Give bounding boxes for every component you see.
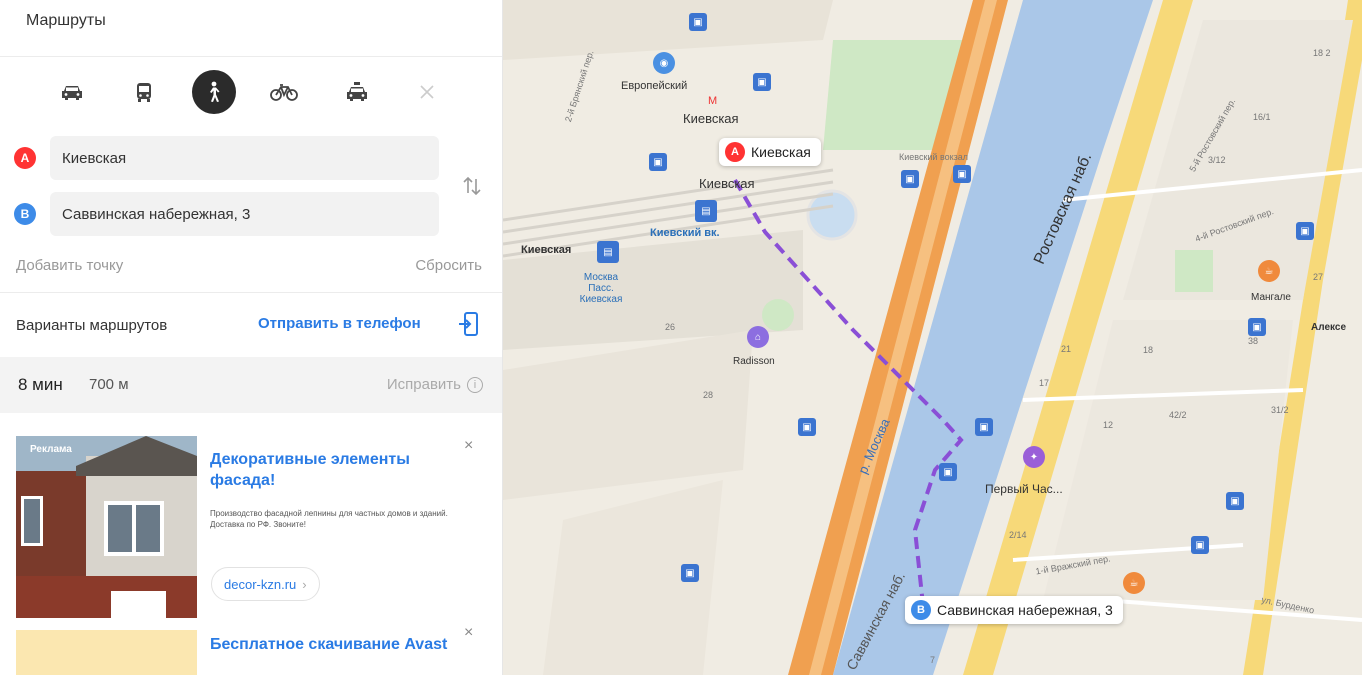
pedestrian-icon [210, 81, 220, 102]
pedestrian-mode-button[interactable] [192, 70, 236, 114]
ad-link-text: decor-kzn.ru [224, 576, 297, 592]
chevron-right-icon: › [302, 576, 307, 592]
point-a-callout[interactable]: A Киевская [719, 138, 821, 166]
ad-description: Производство фасадной лепнины для частны… [210, 509, 448, 529]
map-label: Киевский вк. [650, 227, 720, 239]
house-number: 18 [1143, 345, 1154, 355]
route-distance: 700 м [89, 376, 129, 393]
bus-stop-icon[interactable]: ▣ [689, 13, 707, 31]
bus-stop-icon[interactable]: ▣ [798, 418, 816, 436]
train-station-icon[interactable]: ▤ [695, 200, 717, 222]
shopping-center-icon[interactable]: ◉ [653, 52, 675, 74]
bus-stop-icon[interactable]: ▣ [953, 165, 971, 183]
map-label: Radisson [733, 356, 775, 367]
point-a-callout-text: Киевская [751, 144, 811, 160]
add-point-link[interactable]: Добавить точку [16, 257, 123, 274]
bus-icon [137, 83, 151, 102]
map-label: Киевский вокзал [899, 152, 969, 162]
map[interactable]: ▣ ▣ ▣ ▣ ▣ ▤ ▤ ▣ ▣ ▣ ▣ ▣ ▣ ▣ ▣ ◉ ⌂ ✦ ☕ ☕ … [503, 0, 1362, 675]
bus-stop-icon[interactable]: ▣ [681, 564, 699, 582]
map-label: Киевская [699, 176, 755, 191]
map-label: Киевская [683, 111, 739, 126]
fix-route-link[interactable]: Исправить [387, 376, 461, 393]
divider [0, 292, 502, 293]
house-number: 18 2 [1313, 48, 1331, 58]
house-number: 28 [703, 390, 714, 400]
bus-stop-icon[interactable]: ▣ [1248, 318, 1266, 336]
house-number: 12 [1103, 420, 1114, 430]
map-label: Киевская [521, 244, 572, 256]
bus-stop-icon[interactable]: ▣ [901, 170, 919, 188]
house-number: 42/2 [1169, 410, 1187, 420]
bus-mode-button[interactable] [122, 70, 166, 114]
restaurant-icon[interactable]: ☕ [1258, 260, 1280, 282]
house-number: 7 [930, 655, 936, 665]
house-number: 16/1 [1253, 112, 1271, 122]
bicycle-mode-button[interactable] [262, 70, 306, 114]
reset-link[interactable]: Сбросить [415, 257, 482, 274]
ad-house-picture [16, 436, 197, 618]
map-label: Мангале [1251, 292, 1291, 303]
ad-title[interactable]: Бесплатное скачивание Avast [210, 634, 460, 655]
ad-close-button[interactable]: × [464, 624, 473, 642]
house-number: 21 [1061, 344, 1072, 354]
house-number: 17 [1039, 378, 1050, 388]
phone-icon[interactable] [458, 310, 480, 338]
taxi-mode-button[interactable] [335, 70, 379, 114]
route-panel: Маршруты A B Добавить точку Сбросить Вар… [0, 0, 503, 675]
close-icon [420, 85, 434, 99]
point-b-callout[interactable]: B Саввинская набережная, 3 [905, 596, 1123, 624]
ad-image[interactable]: Реклама [16, 436, 197, 618]
point-b-pin: B [911, 600, 931, 620]
ad-image[interactable] [16, 630, 197, 675]
route-time: 8 мин [18, 375, 63, 394]
map-label: Алексе [1311, 322, 1346, 333]
bus-stop-icon[interactable]: ▣ [975, 418, 993, 436]
bus-stop-icon[interactable]: ▣ [1191, 536, 1209, 554]
route-variants-label: Варианты маршрутов [16, 317, 168, 334]
bicycle-icon [270, 84, 298, 101]
bus-stop-icon[interactable]: ▣ [753, 73, 771, 91]
point-b-input[interactable] [50, 192, 439, 236]
bus-stop-icon[interactable]: ▣ [1296, 222, 1314, 240]
point-b-marker: B [14, 203, 36, 225]
ad-title[interactable]: Декоративные элементы фасада! [210, 449, 460, 491]
point-a-marker: A [14, 147, 36, 169]
divider [0, 56, 502, 57]
point-a-input[interactable] [50, 136, 439, 180]
route-variant-row[interactable]: 8 мин 700 м Исправить i [0, 357, 502, 413]
map-label: Москва Пасс. Киевская [579, 272, 623, 305]
transport-modes [50, 70, 450, 118]
close-route-button[interactable] [405, 70, 449, 114]
restaurant-icon[interactable]: ☕ [1123, 572, 1145, 594]
house-number: 26 [665, 322, 676, 332]
swap-points-button[interactable] [458, 170, 486, 202]
house-number: 2/14 [1009, 530, 1027, 540]
house-number: 27 [1313, 272, 1324, 282]
car-icon [62, 86, 82, 100]
bus-stop-icon[interactable]: ▣ [939, 463, 957, 481]
ad-link-button[interactable]: decor-kzn.ru › [211, 567, 320, 601]
point-b-callout-text: Саввинская набережная, 3 [937, 602, 1113, 618]
metro-icon: М [708, 95, 718, 107]
swap-icon [463, 176, 481, 196]
bus-stop-icon[interactable]: ▣ [649, 153, 667, 171]
taxi-icon [347, 82, 367, 101]
point-a-pin: A [725, 142, 745, 162]
house-number: 38 [1248, 336, 1259, 346]
bus-stop-icon[interactable]: ▣ [1226, 492, 1244, 510]
ad-close-button[interactable]: × [464, 437, 473, 455]
car-mode-button[interactable] [50, 70, 94, 114]
map-label: Европейский [621, 80, 688, 92]
ad-label: Реклама [30, 444, 72, 455]
poi-icon[interactable]: ✦ [1023, 446, 1045, 468]
map-label: Первый Час... [985, 482, 1063, 496]
hotel-icon[interactable]: ⌂ [747, 326, 769, 348]
house-number: 3/12 [1208, 155, 1226, 165]
send-to-phone-link[interactable]: Отправить в телефон [258, 315, 421, 332]
info-icon[interactable]: i [467, 377, 483, 393]
house-number: 31/2 [1271, 405, 1289, 415]
panel-title: Маршруты [26, 12, 106, 29]
train-station-icon[interactable]: ▤ [597, 241, 619, 263]
